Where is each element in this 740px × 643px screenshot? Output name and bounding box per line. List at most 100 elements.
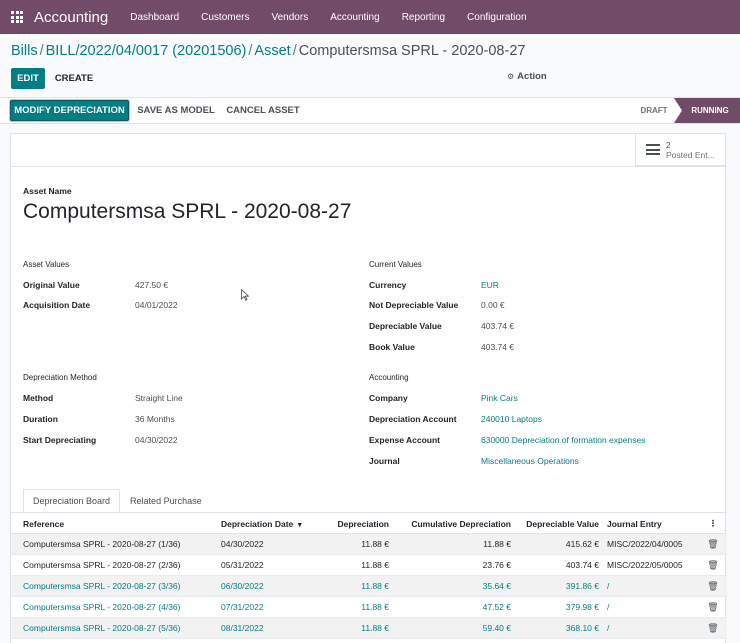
cell-depreciable-value: 403.74 € — [565, 560, 599, 570]
action-button[interactable]: ⚙ Action — [507, 71, 547, 82]
tab-related-purchase[interactable]: Related Purchase — [120, 489, 212, 513]
table-row[interactable]: Computersmsa SPRL - 2020-08-27 (1/36) 04… — [11, 534, 727, 555]
sort-desc-icon: ▼ — [296, 521, 304, 529]
table-row[interactable]: Computersmsa SPRL - 2020-08-27 (4/36) 07… — [11, 597, 727, 618]
cell-cumulative: 59.40 € — [482, 623, 511, 633]
depreciation-method-title: Depreciation Method — [23, 373, 97, 382]
cell-cumulative: 35.64 € — [482, 581, 511, 591]
trash-icon[interactable]: 🗑 — [699, 602, 727, 613]
form-statusbar: Modify Depreciation Save as Model Cancel… — [0, 97, 740, 124]
create-button[interactable]: Create — [52, 68, 96, 89]
action-label: Action — [517, 71, 547, 82]
column-depreciation[interactable]: Depreciation — [313, 519, 390, 529]
table-row[interactable]: Computersmsa SPRL - 2020-08-27 (2/36) 05… — [11, 555, 727, 576]
edit-button[interactable]: Edit — [11, 68, 45, 89]
column-cumulative-depreciation[interactable]: Cumulative Depreciation — [389, 519, 511, 529]
cell-journal-entry: MISC/2022/05/0005 — [607, 560, 683, 570]
menu-accounting[interactable]: Accounting — [330, 12, 379, 23]
posted-entries-smart-button[interactable]: 2 Posted Ent... — [635, 134, 725, 166]
cell-date: 05/31/2022 — [221, 560, 264, 570]
app-name[interactable]: Accounting — [34, 9, 108, 26]
apps-menu-icon[interactable] — [0, 0, 34, 34]
menu-customers[interactable]: Customers — [201, 12, 249, 23]
accounting-title: Accounting — [369, 373, 409, 382]
cell-depreciable-value: 415.62 € — [565, 539, 599, 549]
status-draft[interactable]: Draft — [632, 98, 676, 123]
cancel-asset-button[interactable]: Cancel Asset — [225, 100, 301, 121]
cell-depreciable-value: 368.10 € — [565, 623, 599, 633]
divider — [11, 166, 727, 167]
tab-depreciation-board[interactable]: Depreciation Board — [23, 489, 121, 513]
cell-date: 08/31/2022 — [221, 623, 264, 633]
top-navbar: Accounting Dashboard Customers Vendors A… — [0, 0, 740, 34]
duration-label: Duration — [23, 414, 58, 424]
table-row[interactable]: Computersmsa SPRL - 2020-08-27 (5/36) 08… — [11, 618, 727, 639]
breadcrumb-bills[interactable]: Bills — [11, 43, 38, 59]
duration-value[interactable]: 36 Months — [135, 414, 175, 424]
column-depreciable-value[interactable]: Depreciable Value — [511, 519, 599, 529]
cell-reference: Computersmsa SPRL - 2020-08-27 (3/36) — [23, 581, 181, 591]
depreciation-account-value[interactable]: 240010 Laptops — [481, 414, 542, 424]
acquisition-date[interactable]: 04/01/2022 — [135, 300, 178, 310]
cell-reference: Computersmsa SPRL - 2020-08-27 (5/36) — [23, 623, 181, 633]
journal-value[interactable]: Miscellaneous Operations — [481, 456, 579, 466]
cell-journal-entry: / — [607, 581, 610, 591]
depreciation-table: Reference Depreciation Date ▼ Depreciatio… — [11, 514, 727, 639]
modify-depreciation-button[interactable]: Modify Depreciation — [10, 100, 129, 121]
column-depreciation-date[interactable]: Depreciation Date ▼ — [211, 519, 313, 529]
duration-unit: Months — [146, 414, 175, 424]
company-value[interactable]: Pink Cars — [481, 393, 518, 403]
start-depreciating-label: Start Depreciating — [23, 435, 97, 445]
currency-value[interactable]: EUR — [481, 280, 499, 290]
gear-icon: ⚙ — [507, 72, 515, 81]
journal-label: Journal — [369, 456, 400, 466]
breadcrumb-separator: / — [39, 43, 44, 59]
cell-depreciation: 11.88 € — [361, 623, 389, 633]
cell-depreciable-value: 391.86 € — [565, 581, 599, 591]
not-depreciable-value-label: Not Depreciable Value — [369, 300, 459, 310]
table-row[interactable]: Computersmsa SPRL - 2020-08-27 (3/36) 06… — [11, 576, 727, 597]
column-reference[interactable]: Reference — [11, 519, 211, 529]
cell-reference: Computersmsa SPRL - 2020-08-27 (1/36) — [23, 539, 181, 549]
method-value[interactable]: Straight Line — [135, 393, 183, 403]
duration-number: 36 — [135, 414, 145, 424]
cell-reference: Computersmsa SPRL - 2020-08-27 (4/36) — [23, 602, 181, 612]
breadcrumb-asset[interactable]: Asset — [254, 43, 290, 59]
company-label: Company — [369, 393, 408, 403]
start-depreciating-value[interactable]: 04/30/2022 — [135, 435, 178, 445]
cell-cumulative: 47.52 € — [482, 602, 511, 612]
column-depreciation-date-label: Depreciation Date — [221, 518, 294, 529]
menu-vendors[interactable]: Vendors — [272, 12, 309, 23]
breadcrumb-bill[interactable]: BILL/2022/04/0017 (20201506) — [46, 43, 247, 59]
menu-configuration[interactable]: Configuration — [467, 12, 526, 23]
column-journal-entry[interactable]: Journal Entry — [599, 519, 699, 529]
original-value[interactable]: 427.50 € — [135, 280, 168, 290]
expense-account-value[interactable]: 630000 Depreciation of formation expense… — [481, 435, 645, 445]
trash-icon[interactable]: 🗑 — [699, 560, 727, 571]
mouse-cursor-icon — [241, 289, 249, 301]
menu-dashboard[interactable]: Dashboard — [130, 12, 179, 23]
acquisition-date-label: Acquisition Date — [23, 300, 91, 310]
current-values-title: Current Values — [369, 260, 422, 269]
save-as-model-button[interactable]: Save as Model — [136, 100, 216, 121]
cell-depreciable-value: 379.98 € — [565, 602, 599, 612]
book-value: 403.74 € — [481, 342, 515, 352]
divider — [11, 512, 727, 513]
cell-date: 04/30/2022 — [221, 539, 264, 549]
posted-entries-label: Posted Ent... — [666, 149, 715, 160]
breadcrumb-separator: / — [248, 43, 253, 59]
table-header: Reference Depreciation Date ▼ Depreciatio… — [11, 514, 727, 534]
depreciable-value-label: Depreciable Value — [369, 321, 442, 331]
currency-label: Currency — [369, 280, 407, 290]
asset-name[interactable]: Computersmsa SPRL - 2020-08-27 — [23, 200, 351, 224]
trash-icon[interactable]: 🗑 — [699, 539, 727, 550]
trash-icon[interactable]: 🗑 — [699, 581, 727, 592]
cell-journal-entry: MISC/2022/04/0005 — [607, 539, 683, 549]
cell-depreciation: 11.88 € — [361, 602, 389, 612]
status-running[interactable]: Running — [674, 98, 740, 123]
trash-icon[interactable]: 🗑 — [699, 623, 727, 634]
asset-name-label: Asset Name — [23, 186, 72, 196]
menu-reporting[interactable]: Reporting — [402, 12, 445, 23]
optional-columns-icon[interactable]: ⋮ — [699, 518, 727, 529]
not-depreciable-value[interactable]: 0.00 € — [481, 300, 505, 310]
